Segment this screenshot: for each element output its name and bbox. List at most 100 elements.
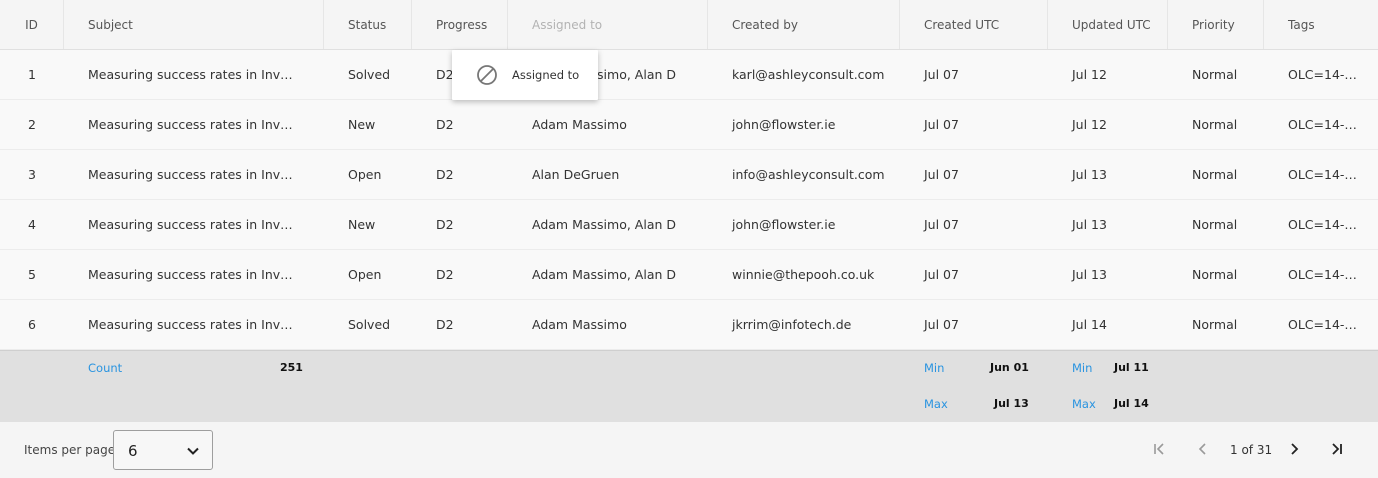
cell-tags: OLC=14-3...	[1264, 50, 1378, 99]
cell-subject-text: Measuring success rates in Investigation…	[88, 117, 298, 132]
cell-progress: D2	[436, 167, 454, 182]
cell-status: Open	[348, 167, 382, 182]
first-page-icon	[1152, 441, 1166, 460]
cell-created-utc: Jul 07	[924, 67, 959, 82]
next-page-button[interactable]	[1283, 439, 1305, 461]
cell-subject-text: Measuring success rates in Investigation…	[88, 67, 298, 82]
cell-assigned-to: Adam Massimo	[532, 317, 627, 332]
cell-subject: Measuring success rates in Investigation…	[64, 100, 324, 149]
cell-created-utc: Jul 07	[924, 267, 959, 282]
chevron-right-icon	[1287, 441, 1301, 460]
cell-tags: OLC=14-3...	[1264, 200, 1378, 249]
cell-status: New	[348, 117, 376, 132]
cell-id: 6	[28, 317, 36, 332]
table-row[interactable]: 6 Measuring success rates in Investigati…	[0, 300, 1378, 350]
cell-tags-text: OLC=14-3...	[1288, 267, 1360, 282]
column-header-progress[interactable]: Progress	[412, 0, 508, 49]
table-row[interactable]: 2 Measuring success rates in Investigati…	[0, 100, 1378, 150]
cell-priority: Normal	[1192, 317, 1238, 332]
cell-created-utc: Jul 07	[924, 317, 959, 332]
cell-priority: Normal	[1192, 117, 1238, 132]
no-entry-icon	[476, 64, 498, 90]
summary-updated-max-value: Jul 14	[1114, 397, 1149, 410]
grid-header: ID Subject Status Progress Assigned to C…	[0, 0, 1378, 50]
cell-tags: OLC=14-3...	[1264, 300, 1378, 349]
cell-priority: Normal	[1192, 267, 1238, 282]
cell-id: 4	[28, 217, 36, 232]
cell-subject-text: Measuring success rates in Investigation…	[88, 317, 298, 332]
last-page-icon	[1330, 441, 1344, 460]
table-row[interactable]: 1 Measuring success rates in Investigati…	[0, 50, 1378, 100]
cell-tags-text: OLC=14-3...	[1288, 217, 1360, 232]
column-header-subject[interactable]: Subject	[64, 0, 324, 49]
summary-created-max-value: Jul 13	[994, 397, 1029, 410]
column-header-created-by[interactable]: Created by	[708, 0, 900, 49]
cell-subject-text: Measuring success rates in Investigation…	[88, 267, 298, 282]
summary-row: Count 251 Min Jun 01 Max Jul 13 Min Jul …	[0, 350, 1378, 422]
cell-subject: Measuring success rates in Investigation…	[64, 300, 324, 349]
cell-status: Solved	[348, 67, 391, 82]
first-page-button[interactable]	[1148, 439, 1170, 461]
cell-status: Open	[348, 267, 382, 282]
cell-created-by: winnie@thepooh.co.uk	[732, 267, 875, 282]
cell-subject-text: Measuring success rates in Investigation…	[88, 217, 298, 232]
cell-updated-utc: Jul 12	[1072, 67, 1107, 82]
cell-updated-utc: Jul 14	[1072, 317, 1107, 332]
summary-created-min-value: Jun 01	[990, 361, 1029, 374]
cell-created-by: john@flowster.ie	[732, 117, 836, 132]
cell-updated-utc: Jul 13	[1072, 167, 1107, 182]
chevron-left-icon	[1196, 441, 1210, 460]
cell-assigned-to: Alan DeGruen	[532, 167, 620, 182]
summary-created-min-label: Min	[924, 361, 945, 375]
summary-count-label: Count	[88, 361, 123, 375]
column-header-tags[interactable]: Tags	[1264, 0, 1378, 49]
cell-id: 3	[28, 167, 36, 182]
cell-assigned-to: Adam Massimo, Alan D	[532, 267, 676, 282]
cell-updated-utc: Jul 13	[1072, 217, 1107, 232]
column-header-created-utc[interactable]: Created UTC	[900, 0, 1048, 49]
cell-progress: D2	[436, 267, 454, 282]
page-info: 1 of 31	[1230, 443, 1273, 457]
summary-updated-min-value: Jul 11	[1114, 361, 1149, 374]
cell-progress: D2	[436, 317, 454, 332]
cell-tags-text: OLC=14-3...	[1288, 317, 1360, 332]
cell-id: 1	[28, 67, 36, 82]
cell-priority: Normal	[1192, 217, 1238, 232]
cell-created-by: info@ashleyconsult.com	[732, 167, 885, 182]
cell-subject-text: Measuring success rates in Investigation…	[88, 167, 298, 182]
cell-tags: OLC=14-3...	[1264, 150, 1378, 199]
table-row[interactable]: 5 Measuring success rates in Investigati…	[0, 250, 1378, 300]
cell-priority: Normal	[1192, 167, 1238, 182]
table-row[interactable]: 3 Measuring success rates in Investigati…	[0, 150, 1378, 200]
cell-status: New	[348, 217, 376, 232]
cell-tags-text: OLC=14-3...	[1288, 67, 1360, 82]
table-row[interactable]: 4 Measuring success rates in Investigati…	[0, 200, 1378, 250]
cell-tags: OLC=14-3...	[1264, 100, 1378, 149]
cell-created-utc: Jul 07	[924, 217, 959, 232]
last-page-button[interactable]	[1326, 439, 1348, 461]
cell-assigned-to: Adam Massimo	[532, 117, 627, 132]
cell-id: 2	[28, 117, 36, 132]
column-drag-ghost[interactable]: Assigned to	[452, 50, 598, 100]
cell-progress: D2	[436, 217, 454, 232]
cell-subject: Measuring success rates in Investigation…	[64, 250, 324, 299]
cell-created-by: karl@ashleyconsult.com	[732, 67, 885, 82]
cell-created-utc: Jul 07	[924, 117, 959, 132]
column-header-updated-utc[interactable]: Updated UTC	[1048, 0, 1168, 49]
cell-created-by: jkrrim@infotech.de	[732, 317, 852, 332]
summary-updated-min-label: Min	[1072, 361, 1093, 375]
column-header-status[interactable]: Status	[324, 0, 412, 49]
pager: Items per page 6 1 of 31	[0, 422, 1378, 478]
cell-id: 5	[28, 267, 36, 282]
items-per-page-value: 6	[128, 442, 138, 460]
summary-created-max-label: Max	[924, 397, 948, 411]
column-header-assigned-to[interactable]: Assigned to	[508, 0, 708, 49]
column-header-priority[interactable]: Priority	[1168, 0, 1264, 49]
previous-page-button[interactable]	[1192, 439, 1214, 461]
drag-ghost-label: Assigned to	[512, 68, 580, 82]
items-per-page-select[interactable]: 6	[113, 430, 213, 470]
summary-updated-max-label: Max	[1072, 397, 1096, 411]
cell-tags: OLC=14-3...	[1264, 250, 1378, 299]
column-header-id[interactable]: ID	[0, 0, 64, 49]
cell-subject: Measuring success rates in Investigation…	[64, 200, 324, 249]
